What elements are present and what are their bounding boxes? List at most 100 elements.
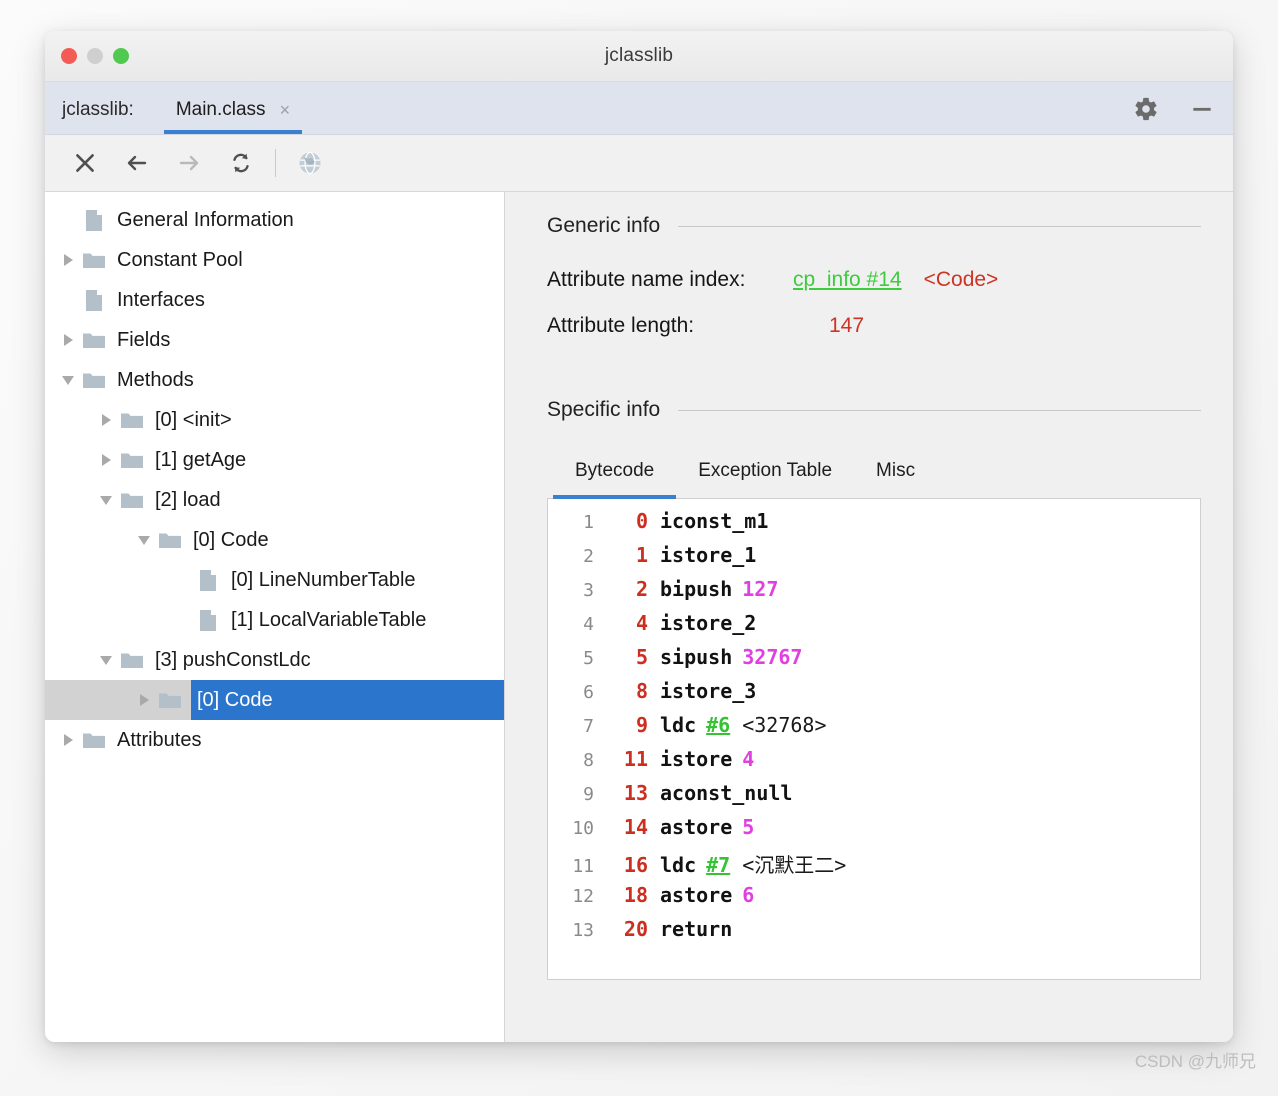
bytecode-operand: 32767 bbox=[742, 645, 802, 669]
tree-toggle-right-icon[interactable] bbox=[55, 734, 81, 746]
generic-info-rule bbox=[678, 226, 1201, 227]
tree-item-0-code[interactable]: [0] Code bbox=[45, 680, 504, 720]
jclasslib-window: jclasslib jclasslib: Main.class × bbox=[45, 31, 1233, 1042]
traffic-light-buttons[interactable] bbox=[61, 48, 129, 64]
tree-toggle-down-icon[interactable] bbox=[131, 536, 157, 545]
tree-item-0-init[interactable]: [0] <init> bbox=[45, 400, 504, 440]
bytecode-constant-pool-ref[interactable]: #7 bbox=[706, 853, 730, 877]
tree-row-background bbox=[45, 280, 504, 320]
tree-item-attributes[interactable]: Attributes bbox=[45, 720, 504, 760]
folder-icon bbox=[119, 450, 145, 470]
back-arrow-icon[interactable] bbox=[111, 140, 163, 186]
folder-icon bbox=[119, 490, 145, 510]
tree-toggle-right-icon[interactable] bbox=[93, 454, 119, 466]
bytecode-line[interactable]: 811istore4 bbox=[548, 747, 1200, 781]
bytecode-operand: 6 bbox=[742, 883, 754, 907]
document-icon bbox=[81, 209, 107, 232]
tree-item-general-information[interactable]: General Information bbox=[45, 200, 504, 240]
bytecode-line-number: 12 bbox=[548, 886, 608, 907]
bytecode-listing[interactable]: 10iconst_m121istore_132bipush12744istore… bbox=[547, 499, 1201, 980]
bytecode-line[interactable]: 1014astore5 bbox=[548, 815, 1200, 849]
bytecode-offset: 2 bbox=[608, 577, 660, 601]
tree-item-label: Fields bbox=[117, 329, 176, 352]
tree-item-1-localvariabletable[interactable]: [1] LocalVariableTable bbox=[45, 600, 504, 640]
bytecode-line-number: 5 bbox=[548, 648, 608, 669]
tree-row-background bbox=[45, 360, 504, 400]
class-structure-tree[interactable]: General Information Constant PoolInterfac… bbox=[45, 192, 505, 1042]
bytecode-line[interactable]: 79ldc#6<32768> bbox=[548, 713, 1200, 747]
main-body: General Information Constant PoolInterfac… bbox=[45, 192, 1233, 1042]
tree-item-0-code[interactable]: [0] Code bbox=[45, 520, 504, 560]
tree-row-background bbox=[45, 240, 504, 280]
browse-globe-icon[interactable] bbox=[284, 140, 336, 186]
chevron-down-icon bbox=[138, 536, 150, 545]
tree-toggle-right-icon[interactable] bbox=[131, 694, 157, 706]
bytecode-line-number: 3 bbox=[548, 580, 608, 601]
close-icon[interactable] bbox=[59, 140, 111, 186]
tree-toggle-down-icon[interactable] bbox=[55, 376, 81, 385]
bytecode-offset: 9 bbox=[608, 713, 660, 737]
gear-icon[interactable] bbox=[1133, 96, 1159, 122]
bytecode-mnemonic: return bbox=[660, 917, 732, 941]
attribute-name-value: <Code> bbox=[924, 268, 999, 292]
document-icon bbox=[195, 609, 221, 632]
bytecode-operand: 4 bbox=[742, 747, 754, 771]
bytecode-line[interactable]: 1218astore6 bbox=[548, 883, 1200, 917]
bytecode-mnemonic: istore_3 bbox=[660, 679, 756, 703]
folder-icon bbox=[157, 690, 183, 710]
tree-item-3-pushconstldc[interactable]: [3] pushConstLdc bbox=[45, 640, 504, 680]
bytecode-offset: 8 bbox=[608, 679, 660, 703]
bytecode-line-number: 4 bbox=[548, 614, 608, 635]
bytecode-line[interactable]: 10iconst_m1 bbox=[548, 509, 1200, 543]
tree-item-methods[interactable]: Methods bbox=[45, 360, 504, 400]
bytecode-offset: 14 bbox=[608, 815, 660, 839]
tab-label: Main.class bbox=[176, 99, 266, 121]
bytecode-line[interactable]: 1116ldc#7<沉默王二> bbox=[548, 849, 1200, 883]
window-title: jclasslib bbox=[605, 45, 673, 67]
tree-toggle-down-icon[interactable] bbox=[93, 656, 119, 665]
chevron-right-icon bbox=[140, 694, 149, 706]
bytecode-line[interactable]: 21istore_1 bbox=[548, 543, 1200, 577]
bytecode-offset: 20 bbox=[608, 917, 660, 941]
bytecode-line[interactable]: 1320return bbox=[548, 917, 1200, 951]
toolbar bbox=[45, 135, 1233, 192]
forward-arrow-icon[interactable] bbox=[163, 140, 215, 186]
bytecode-line[interactable]: 55sipush32767 bbox=[548, 645, 1200, 679]
specific-info-tabs[interactable]: BytecodeException TableMisc bbox=[547, 460, 1201, 499]
bytecode-constant-pool-ref[interactable]: #6 bbox=[706, 713, 730, 737]
bytecode-line[interactable]: 32bipush127 bbox=[548, 577, 1200, 611]
tab-close-icon[interactable]: × bbox=[280, 101, 291, 119]
minus-icon[interactable] bbox=[1189, 96, 1215, 122]
tab-misc[interactable]: Misc bbox=[854, 460, 937, 499]
attribute-length-row: Attribute length: 147 bbox=[547, 314, 1201, 360]
tree-item-interfaces[interactable]: Interfaces bbox=[45, 280, 504, 320]
bytecode-mnemonic: bipush bbox=[660, 577, 732, 601]
tree-item-constant-pool[interactable]: Constant Pool bbox=[45, 240, 504, 280]
tree-toggle-right-icon[interactable] bbox=[93, 414, 119, 426]
tree-item-fields[interactable]: Fields bbox=[45, 320, 504, 360]
tab-exception-table[interactable]: Exception Table bbox=[676, 460, 854, 499]
bytecode-line[interactable]: 44istore_2 bbox=[548, 611, 1200, 645]
tabbar-prefix-label: jclasslib: bbox=[45, 99, 134, 134]
window-minimize-icon[interactable] bbox=[87, 48, 103, 64]
tab-main-class[interactable]: Main.class × bbox=[164, 99, 302, 134]
cp-info-link[interactable]: cp_info #14 bbox=[793, 268, 902, 292]
tree-item-2-load[interactable]: [2] load bbox=[45, 480, 504, 520]
folder-icon bbox=[81, 250, 107, 270]
tree-toggle-right-icon[interactable] bbox=[55, 334, 81, 346]
bytecode-line[interactable]: 68istore_3 bbox=[548, 679, 1200, 713]
attribute-detail-panel: Generic info Attribute name index: cp_in… bbox=[505, 192, 1233, 1042]
tree-toggle-right-icon[interactable] bbox=[55, 254, 81, 266]
window-zoom-icon[interactable] bbox=[113, 48, 129, 64]
bytecode-line-number: 1 bbox=[548, 512, 608, 533]
tree-item-0-linenumbertable[interactable]: [0] LineNumberTable bbox=[45, 560, 504, 600]
bytecode-line[interactable]: 913aconst_null bbox=[548, 781, 1200, 815]
window-close-icon[interactable] bbox=[61, 48, 77, 64]
bytecode-line-number: 6 bbox=[548, 682, 608, 703]
tree-item-1-getage[interactable]: [1] getAge bbox=[45, 440, 504, 480]
tree-toggle-down-icon[interactable] bbox=[93, 496, 119, 505]
reload-icon[interactable] bbox=[215, 140, 267, 186]
document-icon bbox=[195, 569, 221, 592]
tab-bytecode[interactable]: Bytecode bbox=[553, 460, 676, 499]
tree-item-label: General Information bbox=[117, 209, 300, 232]
